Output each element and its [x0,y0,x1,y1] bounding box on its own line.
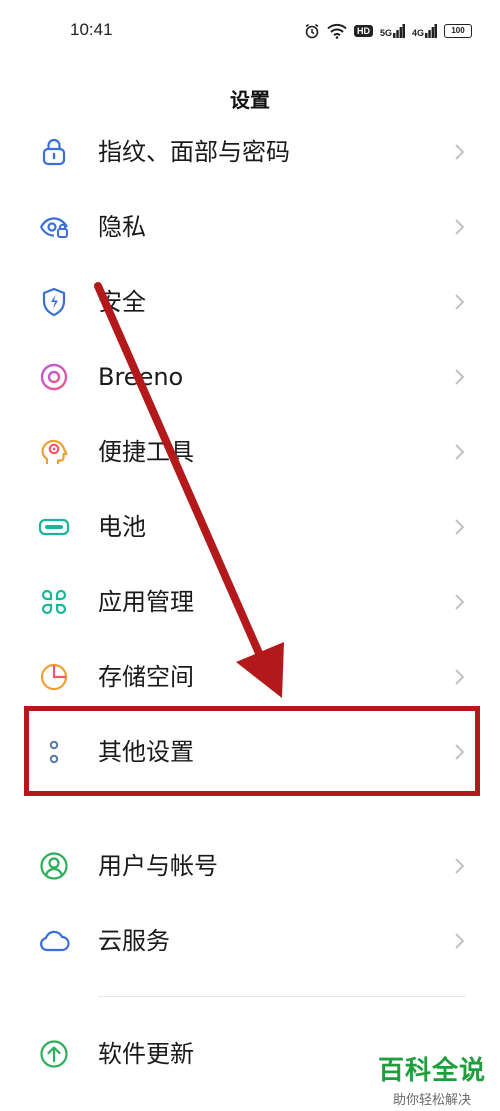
signal-bars-icon [393,24,406,38]
section-divider [98,996,466,997]
settings-item-privacy[interactable]: 隐私 [0,197,500,257]
settings-item-label: Breeno [98,363,184,391]
chevron-right-icon [455,933,465,949]
settings-item-label: 指纹、面部与密码 [98,138,290,166]
signal-5g-label: 5G [380,28,393,38]
breeno-ring-icon [40,363,68,391]
page-title: 设置 [230,88,270,112]
battery-icon [38,518,70,536]
signal-4g: 4G [412,24,438,38]
alarm-icon [305,23,319,39]
settings-item-label: 云服务 [98,927,170,955]
settings-item-label: 安全 [98,288,146,316]
settings-item-label: 应用管理 [98,588,194,616]
settings-item-security[interactable]: 安全 [0,272,500,332]
chevron-right-icon [455,144,465,160]
highlight-box [24,706,480,796]
chevron-right-icon [455,669,465,685]
watermark: 百科全说 助你轻松解决 [372,1050,492,1108]
settings-item-app-management[interactable]: 应用管理 [0,572,500,632]
signal-5g: 5G [380,24,406,38]
chevron-right-icon [455,294,465,310]
chevron-right-icon [455,444,465,460]
settings-item-label: 存储空间 [98,663,194,691]
status-time: 10:41 [70,20,113,39]
storage-pie-icon [40,663,68,691]
update-arrow-icon [40,1040,68,1068]
chevron-right-icon [455,594,465,610]
shield-icon [42,287,66,317]
lock-icon [42,138,66,166]
chevron-right-icon [455,369,465,385]
watermark-subtitle: 助你轻松解决 [392,1093,471,1108]
user-icon [40,852,68,880]
settings-item-label: 用户与帐号 [98,852,218,880]
status-bar: 10:41 HD 5G 4G 100 [0,0,500,64]
chevron-right-icon [455,219,465,235]
settings-item-battery[interactable]: 电池 [0,497,500,557]
chevron-right-icon [455,858,465,874]
cloud-icon [40,930,70,952]
settings-item-breeno[interactable]: Breeno [0,347,500,407]
apps-grid-icon [41,589,67,615]
wifi-icon [327,23,347,39]
privacy-eye-icon [40,217,68,238]
battery-indicator: 100 [444,24,473,38]
settings-item-users-accounts[interactable]: 用户与帐号 [0,836,500,896]
chevron-right-icon [455,519,465,535]
tools-head-icon [41,439,68,464]
signal-4g-label: 4G [412,28,425,38]
settings-item-storage[interactable]: 存储空间 [0,647,500,707]
settings-item-label: 电池 [98,513,146,541]
settings-item-label: 软件更新 [98,1040,194,1068]
status-icons: HD 5G 4G 100 [304,20,473,42]
settings-item-label: 隐私 [98,213,146,241]
hd-badge: HD [354,25,373,37]
signal-bars-icon [425,24,438,38]
settings-item-tools[interactable]: 便捷工具 [0,422,500,482]
settings-item-cloud-service[interactable]: 云服务 [0,911,500,971]
settings-item-biometrics[interactable]: 指纹、面部与密码 [0,122,500,182]
watermark-title: 百科全说 [377,1056,486,1086]
settings-item-label: 便捷工具 [98,438,194,466]
